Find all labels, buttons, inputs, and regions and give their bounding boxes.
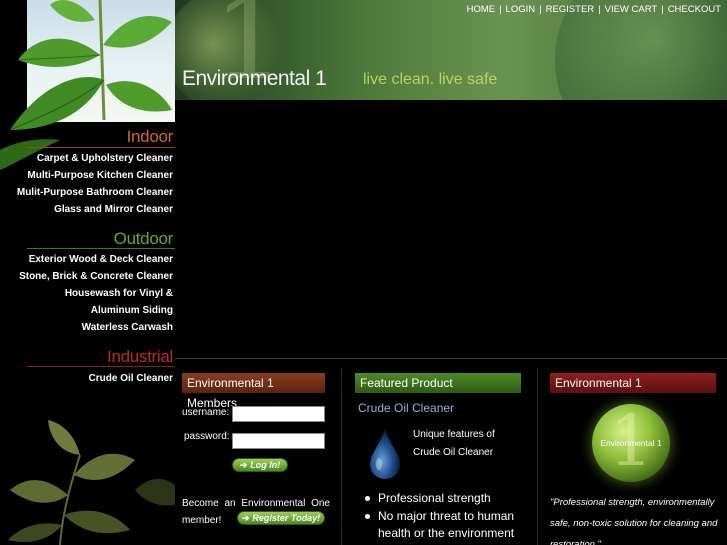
divider (27, 248, 175, 249)
sidebar-item-carpet-upholstery-cleaner[interactable]: Carpet & Upholstery Cleaner (37, 153, 173, 164)
bullet-icon (365, 496, 370, 501)
header-banner: 1 Environmental 1 live clean. live safe … (175, 0, 727, 100)
sidebar-item-glass-mirror-cleaner[interactable]: Glass and Mirror Cleaner (54, 204, 173, 215)
nav-home-link[interactable]: HOME (467, 4, 496, 15)
foliage-image (8, 420, 175, 545)
nav-login-link[interactable]: LOGIN (506, 4, 536, 15)
divider (27, 147, 175, 148)
username-input[interactable] (232, 406, 325, 422)
environmental-one-orb-logo: 1 Environmental 1 (592, 402, 670, 482)
nav-view-cart-link[interactable]: VIEW CART (605, 4, 658, 15)
company-quote: "Professional strength, environmentally … (550, 497, 718, 545)
password-input[interactable] (232, 433, 325, 449)
sidebar-heading-industrial: Industrial (107, 347, 173, 366)
password-label: password: (184, 431, 230, 442)
list-item: No major threat to human health or the e… (362, 508, 532, 542)
login-button-label: Log In! (250, 460, 281, 470)
orb-label: Environmental 1 (600, 438, 662, 448)
members-panel-title: Environmental 1 Members (182, 373, 325, 410)
sidebar-item-crude-oil-cleaner[interactable]: Crude Oil Cleaner (89, 373, 173, 384)
column-divider (341, 368, 342, 545)
featured-product-description: Unique features of Crude Oil Cleaner (413, 429, 495, 458)
sidebar-item-housewash-vinyl[interactable]: Housewash for Vinyl & (65, 288, 173, 299)
column-divider (537, 368, 538, 545)
sidebar-item-kitchen-cleaner[interactable]: Multi-Purpose Kitchen Cleaner (27, 170, 173, 181)
sidebar-item-waterless-carwash[interactable]: Waterless Carwash (82, 322, 173, 333)
page: Indoor Carpet & Upholstery Cleaner Multi… (0, 0, 727, 545)
divider (27, 366, 175, 367)
nav-register-link[interactable]: REGISTER (546, 4, 595, 15)
nav-separator: | (539, 4, 542, 15)
site-tagline: live clean. live safe (363, 71, 498, 88)
nav-separator: | (598, 4, 601, 15)
bullet-icon (365, 514, 370, 519)
top-navigation: HOME | LOGIN | REGISTER | VIEW CART | CHECKOUT (467, 4, 721, 15)
about-panel-title: Environmental 1 (550, 373, 716, 393)
sidebar-item-bathroom-cleaner[interactable]: Mulit-Purpose Bathroom Cleaner (17, 187, 173, 198)
content-divider (175, 358, 727, 359)
featured-product-link[interactable]: Crude Oil Cleaner (358, 401, 454, 415)
site-logo[interactable]: Environmental 1 (182, 67, 327, 91)
arrow-icon: ➔ (239, 460, 248, 470)
list-item: Professional strength (362, 490, 532, 507)
sidebar-item-stone-brick-concrete-cleaner[interactable]: Stone, Brick & Concrete Cleaner (19, 271, 173, 282)
nav-separator: | (661, 4, 664, 15)
oil-drop-icon (370, 428, 400, 479)
featured-product-title: Featured Product (355, 373, 521, 393)
register-today-button[interactable]: ➔ Register Today! (237, 511, 325, 525)
register-button-label: Register Today! (252, 513, 321, 523)
username-label: username: (182, 407, 230, 418)
main-content-area (175, 100, 727, 358)
sidebar-item-wood-deck-cleaner[interactable]: Exterior Wood & Deck Cleaner (29, 254, 173, 265)
login-button[interactable]: ➔ Log In! (232, 458, 288, 472)
sidebar-item-housewash-aluminum[interactable]: Aluminum Siding (91, 305, 173, 316)
arrow-icon: ➔ (241, 513, 250, 523)
sidebar-heading-indoor: Indoor (126, 127, 174, 146)
globe-image (555, 0, 727, 100)
left-sidebar: Indoor Carpet & Upholstery Cleaner Multi… (0, 0, 175, 545)
sidebar-heading-outdoor: Outdoor (113, 229, 174, 248)
nav-checkout-link[interactable]: CHECKOUT (668, 4, 721, 15)
nav-separator: | (499, 4, 502, 15)
feature-list: Professional strength No major threat to… (362, 490, 532, 543)
